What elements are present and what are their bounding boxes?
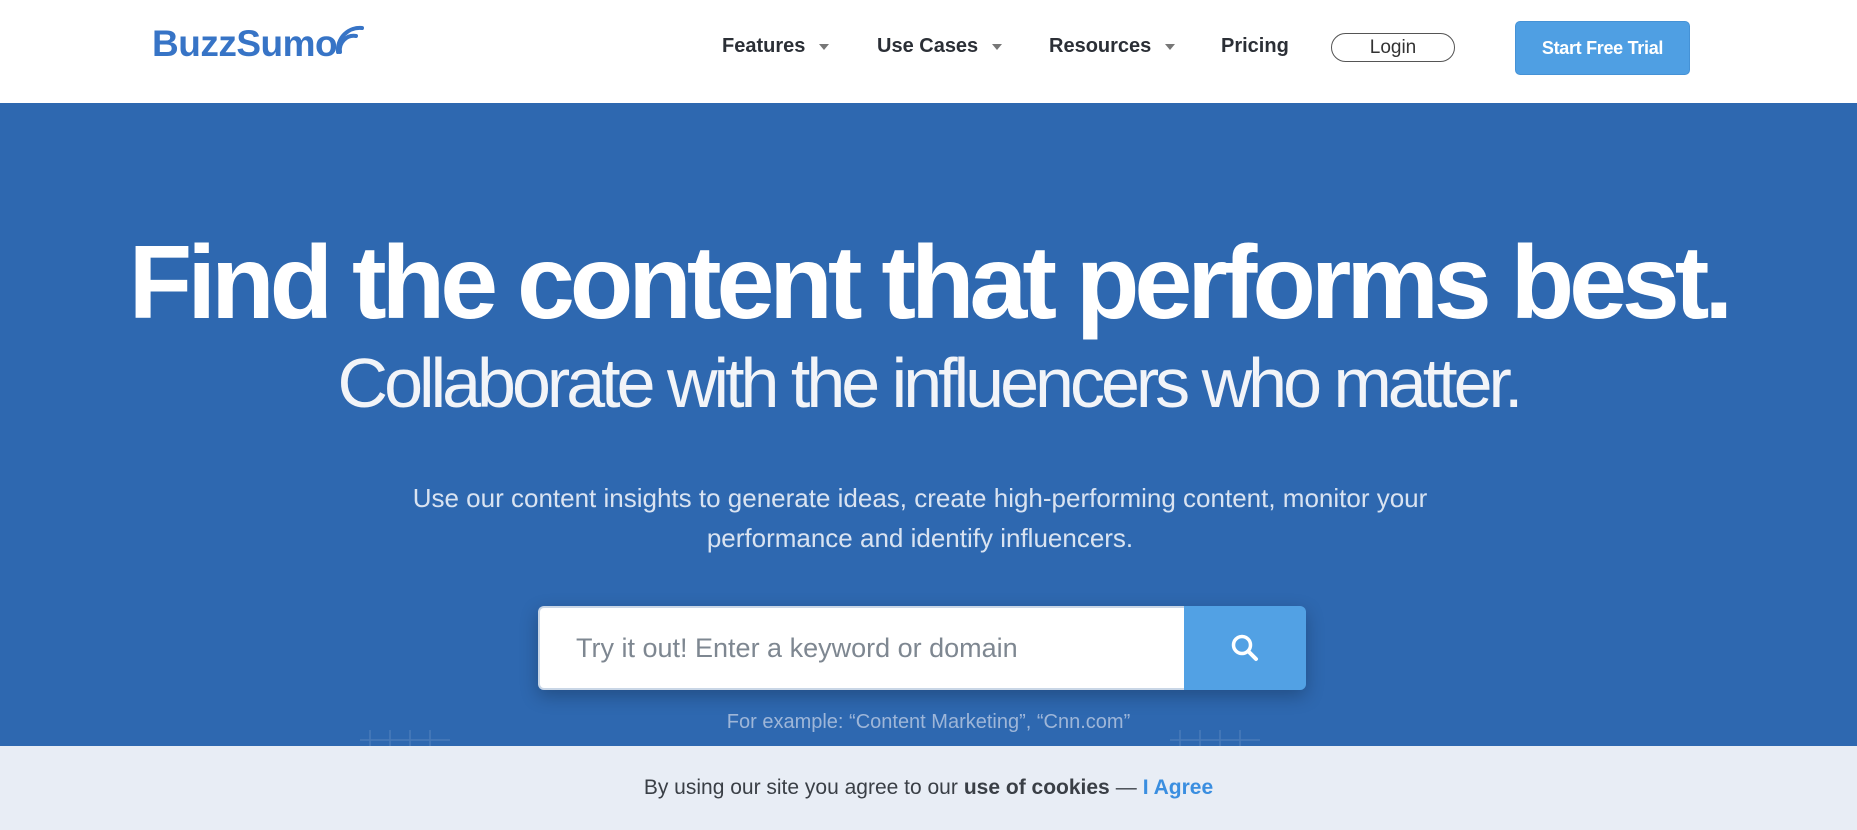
buzzsumo-logo[interactable]: BuzzSumo (152, 22, 364, 66)
cookie-dash: — (1115, 776, 1137, 799)
cookie-policy-link[interactable]: use of cookies (964, 776, 1110, 800)
search-bar (538, 606, 1306, 690)
caret-down-icon (1165, 44, 1176, 50)
nav-use-cases-label: Use Cases (877, 34, 979, 57)
nav-pricing-label: Pricing (1221, 34, 1289, 57)
caret-down-icon (819, 44, 830, 50)
search-button[interactable] (1184, 606, 1306, 690)
cookie-text: By using our site you agree to our (643, 776, 958, 799)
nav-features-label: Features (722, 34, 806, 57)
cookie-consent-bar: By using our site you agree to our use o… (0, 746, 1857, 830)
cookie-agree-button[interactable]: I Agree (1143, 776, 1213, 800)
nav-pricing[interactable]: Pricing (1221, 30, 1289, 62)
hero-description: Use our content insights to generate ide… (412, 483, 1428, 553)
nav-features[interactable]: Features (722, 30, 830, 62)
start-free-trial-button[interactable]: Start Free Trial (1515, 21, 1690, 75)
logo-text: BuzzSumo (152, 23, 338, 64)
caret-down-icon (992, 44, 1003, 50)
nav-use-cases[interactable]: Use Cases (877, 30, 1003, 62)
login-button[interactable]: Login (1331, 33, 1455, 62)
nav-resources[interactable]: Resources (1049, 30, 1176, 62)
hero-headline: Find the content that performs best. (128, 225, 1734, 341)
search-icon (1231, 634, 1258, 661)
nav-resources-label: Resources (1049, 34, 1152, 57)
search-input[interactable] (538, 606, 1184, 690)
hero-subheadline: Collaborate with the influencers who mat… (337, 344, 1524, 422)
search-example-text: For example: “Content Marketing”, “Cnn.c… (726, 711, 1131, 733)
site-header: BuzzSumo Features Use Cases Resources Pr… (0, 0, 1857, 103)
hero-section: Find the content that performs best. Col… (0, 103, 1857, 830)
broadcast-icon (335, 25, 364, 54)
